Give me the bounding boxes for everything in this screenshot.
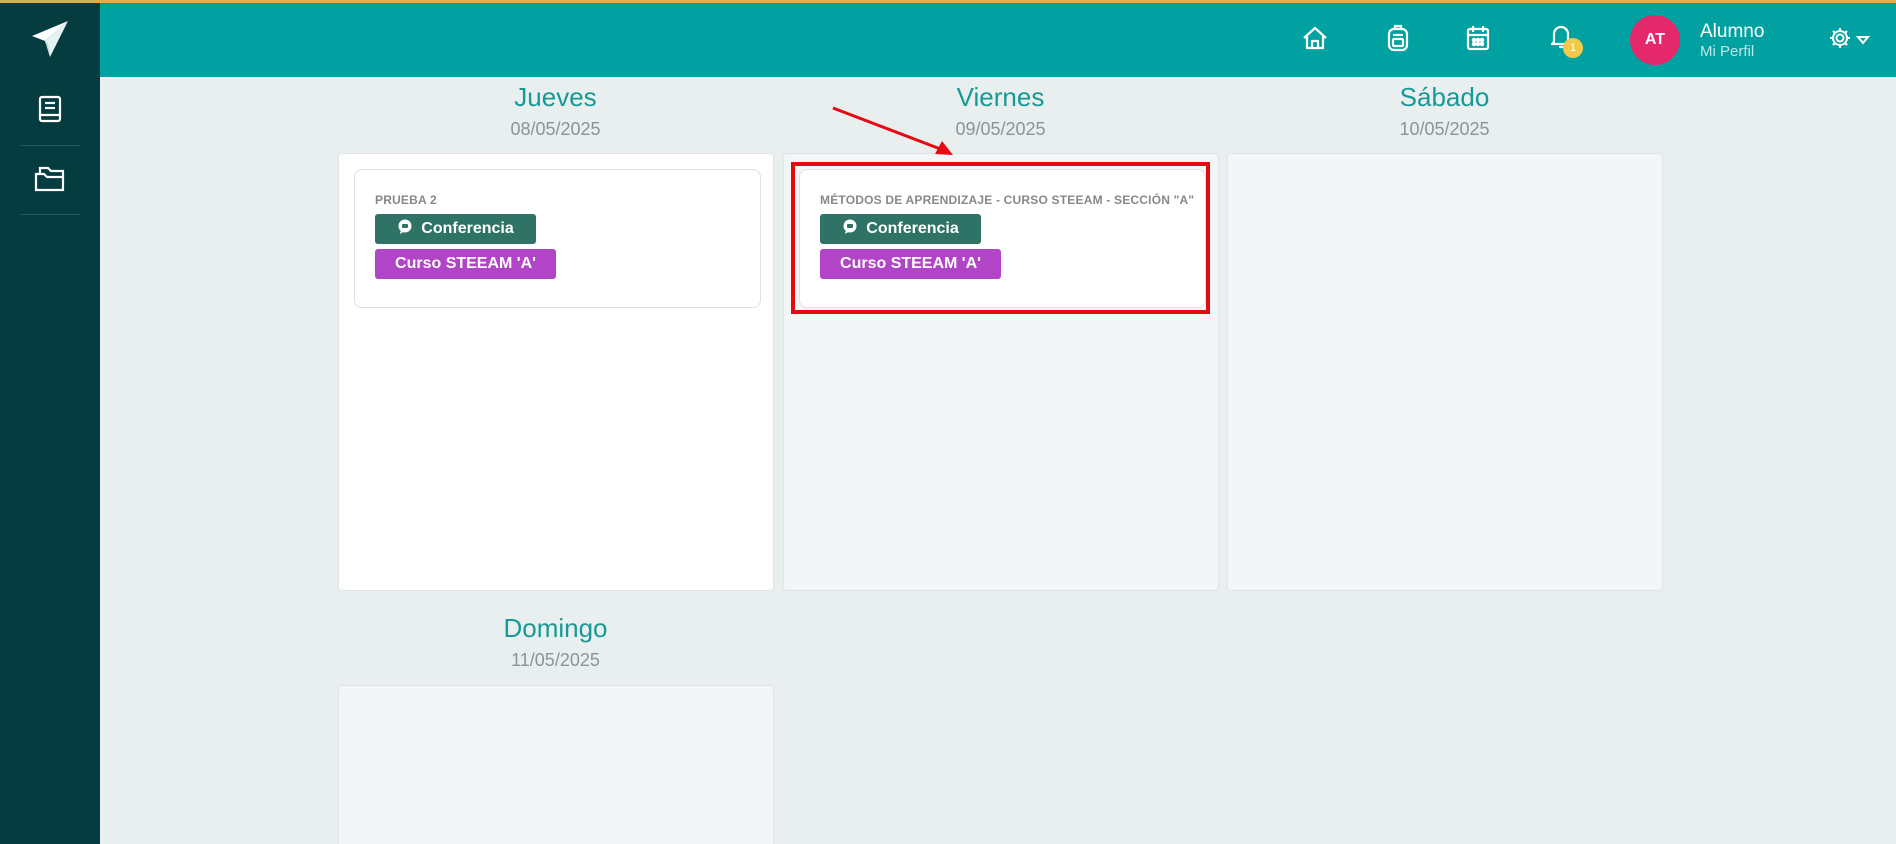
day-name: Domingo — [503, 613, 608, 643]
day-date: 11/05/2025 — [511, 650, 600, 670]
gear-icon — [1828, 26, 1852, 55]
event-card[interactable]: MÉTODOS DE APRENDIZAJE - CURSO STEEAM - … — [799, 169, 1206, 308]
chat-bubble-icon — [397, 219, 413, 240]
day-column-sunday — [338, 685, 774, 844]
sidebar-item-folders[interactable] — [20, 147, 80, 215]
settings-menu-button[interactable] — [1828, 26, 1871, 55]
day-name: Jueves — [514, 82, 597, 112]
day-column-thursday: PRUEBA 2 Conferencia Curso STEEAM 'A' — [338, 153, 774, 591]
user-name[interactable]: Alumno — [1700, 21, 1764, 43]
annotation-arrow-icon — [832, 106, 953, 155]
profile-link[interactable]: Mi Perfil — [1700, 43, 1754, 60]
course-tag[interactable]: Curso STEEAM 'A' — [375, 249, 556, 279]
notification-badge: 1 — [1563, 38, 1583, 58]
top-accent-line — [0, 0, 1896, 3]
top-bar: 1 AT Alumno Mi Perfil — [100, 0, 1896, 77]
day-date: 08/05/2025 — [510, 119, 601, 139]
event-card[interactable]: PRUEBA 2 Conferencia Curso STEEAM 'A' — [354, 169, 761, 308]
event-title: PRUEBA 2 — [375, 193, 437, 207]
conference-tag[interactable]: Conferencia — [820, 214, 981, 244]
book-icon — [37, 95, 63, 128]
sidebar-item-courses[interactable] — [20, 78, 80, 146]
day-column-friday: MÉTODOS DE APRENDIZAJE - CURSO STEEAM - … — [783, 153, 1219, 591]
home-icon[interactable] — [1297, 20, 1333, 56]
chat-bubble-icon — [842, 219, 858, 240]
calendar-icon[interactable] — [1460, 20, 1496, 56]
day-column-saturday — [1227, 153, 1663, 591]
conference-tag[interactable]: Conferencia — [375, 214, 536, 244]
avatar[interactable]: AT — [1630, 15, 1680, 65]
folders-icon — [34, 164, 66, 197]
backpack-icon[interactable] — [1380, 20, 1416, 56]
day-name: Sábado — [1399, 82, 1490, 112]
conference-tag-label: Conferencia — [866, 220, 959, 237]
day-date: 10/05/2025 — [1399, 119, 1490, 139]
notifications-button[interactable]: 1 — [1543, 20, 1583, 58]
chevron-down-icon — [1855, 32, 1871, 50]
conference-tag-label: Conferencia — [421, 220, 514, 237]
event-title: MÉTODOS DE APRENDIZAJE - CURSO STEEAM - … — [820, 193, 1195, 207]
sidebar — [0, 0, 100, 844]
paper-plane-icon[interactable] — [28, 18, 72, 62]
course-tag[interactable]: Curso STEEAM 'A' — [820, 249, 1001, 279]
